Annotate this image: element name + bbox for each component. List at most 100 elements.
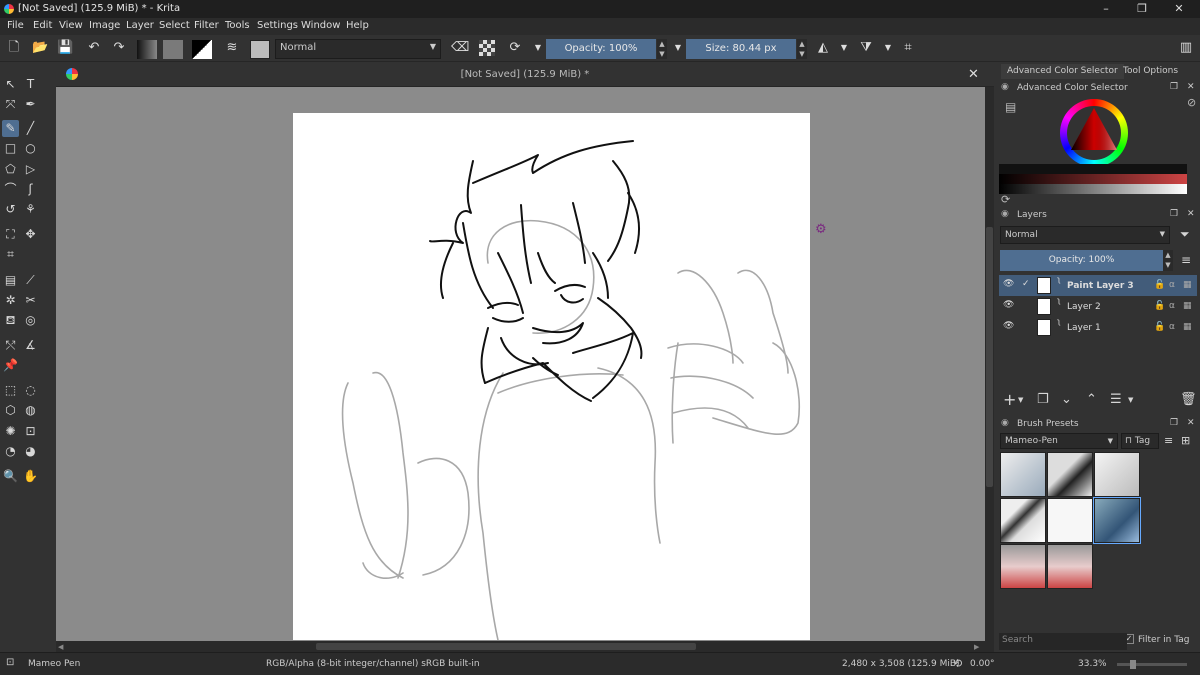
close-document-button[interactable]: ✕ <box>968 67 979 82</box>
brush-preset-sketch[interactable] <box>1047 498 1093 543</box>
edit-shapes-tool-icon[interactable]: ⤧ <box>2 96 19 113</box>
alpha-lock-icon[interactable]: ▦ <box>1183 322 1192 332</box>
similar-color-selection-tool-icon[interactable]: ⊡ <box>22 423 39 440</box>
rotation-value[interactable]: 0.00° <box>970 659 995 669</box>
delete-layer-icon[interactable]: 🗑 <box>1180 392 1197 407</box>
open-document-icon[interactable]: 📂 <box>32 40 48 56</box>
brush-preset-fineliner[interactable] <box>1000 498 1046 543</box>
chevron-down-icon[interactable]: ▼ <box>530 40 546 56</box>
layer-row[interactable]: 👁 ʅ Layer 2 🔓 α ▦ <box>999 296 1197 317</box>
dynamic-brush-tool-icon[interactable]: ↺ <box>2 201 19 218</box>
menu-image[interactable]: Image <box>89 20 120 31</box>
alpha-lock-icon[interactable]: ▦ <box>1183 280 1192 290</box>
lock-icon[interactable]: ◉ <box>1001 209 1009 219</box>
smart-patch-tool-icon[interactable]: ✂ <box>22 292 39 309</box>
contiguous-selection-tool-icon[interactable]: ✺ <box>2 423 19 440</box>
brush-preset-mameo-pen[interactable] <box>1093 497 1141 544</box>
magnetic-selection-tool-icon[interactable]: ◕ <box>22 443 39 460</box>
chevron-down-icon[interactable]: ▼ <box>1128 396 1133 404</box>
close-window-button[interactable]: ✕ <box>1172 2 1186 16</box>
blend-mode-dropdown[interactable]: Normal ▼ <box>275 39 441 59</box>
colorize-mask-tool-icon[interactable]: ✲ <box>2 292 19 309</box>
layer-row[interactable]: 👁 ✓ ʅ Paint Layer 3 🔓 α ▦ <box>999 275 1197 296</box>
fill-tool-icon[interactable]: ⛾ <box>2 312 19 329</box>
freehand-path-tool-icon[interactable]: ʃ <box>22 181 39 198</box>
preset-view-list-icon[interactable]: ≡ <box>1164 434 1173 447</box>
minimize-button[interactable]: – <box>1099 2 1113 16</box>
tag-dropdown[interactable]: ⊓ Tag <box>1121 433 1159 449</box>
brush-search-input[interactable]: Search <box>999 633 1127 650</box>
layer-lock-icon[interactable]: 🔓 <box>1154 322 1165 332</box>
zoom-slider[interactable] <box>1117 663 1187 666</box>
undo-icon[interactable]: ↶ <box>86 40 102 56</box>
chevron-down-icon[interactable]: ▼ <box>836 40 852 56</box>
layer-name[interactable]: Layer 2 <box>1067 302 1101 312</box>
pattern-swatch[interactable] <box>163 40 183 59</box>
menu-file[interactable]: File <box>7 20 24 31</box>
layer-blend-dropdown[interactable]: Normal ▼ <box>1000 226 1170 244</box>
document-tab[interactable]: [Not Saved] (125.9 MiB) * ✕ <box>56 62 994 87</box>
ellipse-tool-icon[interactable]: ○ <box>22 140 39 157</box>
horizontal-scrollbar[interactable]: ◀ ▶ <box>56 641 994 652</box>
duplicate-layer-icon[interactable]: ❐ <box>1037 392 1049 407</box>
select-shapes-tool-icon[interactable]: ↖ <box>2 76 19 93</box>
eraser-icon[interactable]: ⌫ <box>451 40 469 56</box>
line-tool-icon[interactable]: ╱ <box>22 120 39 137</box>
move-layer-down-icon[interactable]: ⌄ <box>1061 392 1072 407</box>
text-tool-icon[interactable]: T <box>22 76 39 93</box>
menu-layer[interactable]: Layer <box>126 20 154 31</box>
redo-icon[interactable]: ↷ <box>111 40 127 56</box>
brush-preset-custom-1[interactable] <box>1000 544 1046 589</box>
color-picker-tool-icon[interactable]: ⟋ <box>22 272 39 289</box>
zoom-slider-handle[interactable] <box>1130 660 1136 669</box>
preset-import-icon[interactable]: ⊞ <box>1181 434 1190 447</box>
scroll-right-icon[interactable]: ▶ <box>974 643 979 651</box>
chevron-down-icon[interactable]: ▼ <box>1018 396 1023 404</box>
close-panel-icon[interactable]: ✕ <box>1187 82 1195 92</box>
color-bar-black[interactable] <box>999 164 1187 174</box>
menu-filter[interactable]: Filter <box>194 20 219 31</box>
crop-wrap-icon[interactable]: ⌗ <box>900 40 916 56</box>
visibility-eye-icon[interactable]: 👁 <box>1003 321 1014 331</box>
polygon-tool-icon[interactable]: ⬠ <box>2 161 19 178</box>
size-spinner[interactable]: ▲ ▼ <box>797 39 807 59</box>
polyline-tool-icon[interactable]: ▷ <box>22 161 39 178</box>
alpha-inherit-icon[interactable]: α <box>1169 322 1175 332</box>
layer-lock-icon[interactable]: 🔓 <box>1154 280 1165 290</box>
menu-edit[interactable]: Edit <box>33 20 52 31</box>
layer-lock-icon[interactable]: 🔓 <box>1154 301 1165 311</box>
alpha-lock-icon[interactable]: ▦ <box>1183 301 1192 311</box>
zoom-tool-icon[interactable]: 🔍 <box>2 468 19 485</box>
maximize-button[interactable]: ❐ <box>1135 2 1149 16</box>
reload-preset-icon[interactable]: ⟳ <box>507 40 523 56</box>
menu-window[interactable]: Window <box>301 20 340 31</box>
calligraphy-tool-icon[interactable]: ✒ <box>22 96 39 113</box>
chevron-down-icon[interactable]: ▼ <box>880 40 896 56</box>
brush-preset-ink-pen[interactable] <box>1047 452 1093 497</box>
layer-opacity-slider[interactable]: Opacity: 100% <box>1000 250 1163 271</box>
gradient-swatch[interactable] <box>137 40 157 59</box>
layer-name[interactable]: Layer 1 <box>1067 323 1101 333</box>
float-panel-icon[interactable]: ❐ <box>1170 418 1178 428</box>
bezier-tool-icon[interactable]: ⌒ <box>2 181 19 198</box>
measure-tool-icon[interactable]: ∡ <box>22 337 39 354</box>
rotation-icon[interactable]: ⟲ <box>953 657 962 670</box>
brush-preset-thumbnail[interactable] <box>250 40 270 59</box>
brush-settings-icon[interactable]: ≋ <box>224 40 240 56</box>
lock-icon[interactable]: ◉ <box>1001 82 1009 92</box>
menu-view[interactable]: View <box>59 20 83 31</box>
float-panel-icon[interactable]: ❐ <box>1170 209 1178 219</box>
reference-images-tool-icon[interactable]: 📌 <box>2 357 19 374</box>
transform-tool-icon[interactable]: ⛶ <box>2 226 19 243</box>
chevron-down-icon[interactable]: ▼ <box>670 40 686 56</box>
move-tool-icon[interactable]: ✥ <box>22 226 39 243</box>
mirror-vertical-icon[interactable]: ⧩ <box>858 40 874 56</box>
filter-icon[interactable]: ⏷ <box>1180 227 1190 242</box>
refresh-color-icon[interactable]: ⟳ <box>1001 193 1010 206</box>
bezier-selection-tool-icon[interactable]: ◔ <box>2 443 19 460</box>
drawing-canvas[interactable] <box>293 113 810 641</box>
layer-name[interactable]: Paint Layer 3 <box>1067 281 1134 291</box>
menu-tools[interactable]: Tools <box>225 20 250 31</box>
brush-preset-pencil[interactable] <box>1094 452 1140 497</box>
assistant-tool-icon[interactable]: ⤲ <box>2 337 19 354</box>
